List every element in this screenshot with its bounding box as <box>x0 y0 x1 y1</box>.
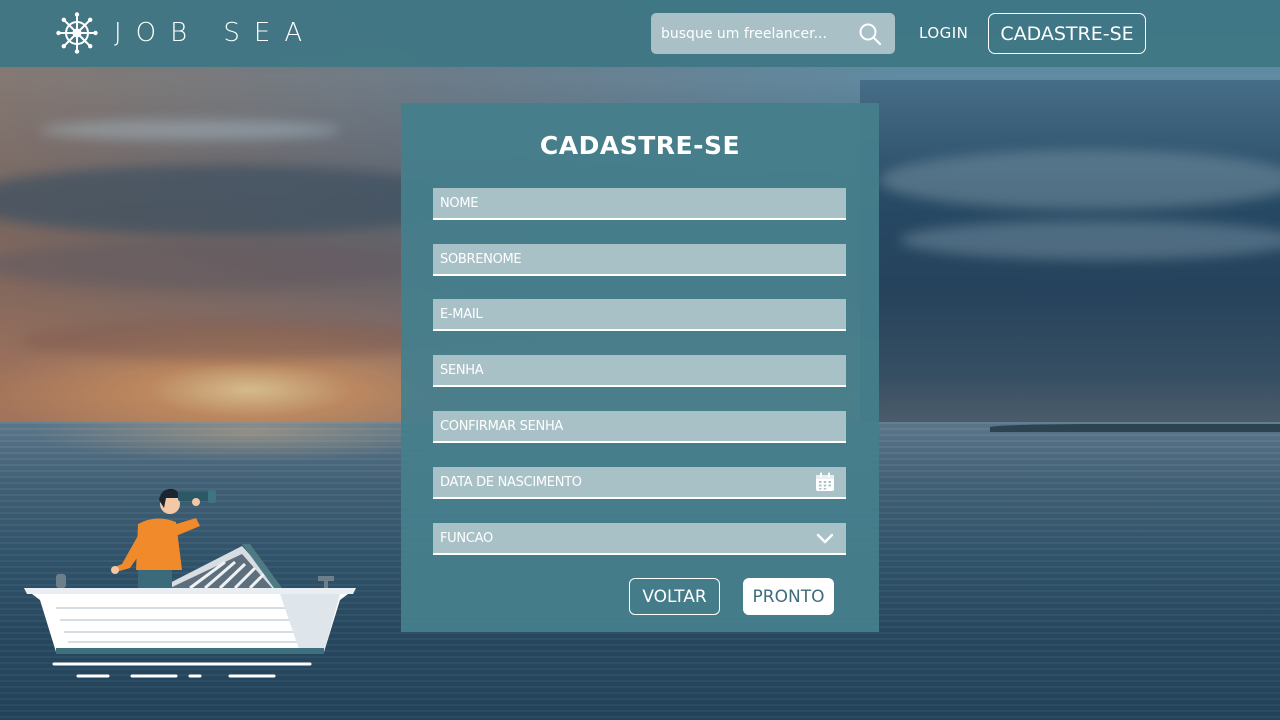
birthdate-input[interactable] <box>433 467 814 497</box>
search-input[interactable] <box>651 13 857 54</box>
submit-button[interactable]: PRONTO <box>743 578 834 615</box>
calendar-icon[interactable] <box>814 471 836 493</box>
ship-wheel-icon <box>56 12 98 54</box>
top-navbar: JOB SEA LOGIN CADASTRE-SE <box>0 0 1280 67</box>
logo[interactable]: JOB SEA <box>56 12 316 54</box>
signup-button[interactable]: CADASTRE-SE <box>988 13 1146 54</box>
last-name-input[interactable] <box>433 244 846 274</box>
signup-form-card: CADASTRE-SE FUNCAO VOLTA <box>401 103 879 632</box>
password-input[interactable] <box>433 355 846 385</box>
confirm-password-input[interactable] <box>433 411 846 441</box>
email-input[interactable] <box>433 299 846 329</box>
email-field <box>433 299 846 331</box>
role-select[interactable]: FUNCAO <box>433 523 846 555</box>
chevron-down-icon[interactable] <box>814 527 836 549</box>
logo-text: JOB SEA <box>114 18 317 48</box>
login-link[interactable]: LOGIN <box>919 24 968 42</box>
form-title: CADASTRE-SE <box>539 131 741 160</box>
confirm-password-field <box>433 411 846 443</box>
first-name-field <box>433 188 846 220</box>
search-bar <box>651 13 895 54</box>
password-field <box>433 355 846 387</box>
boat-illustration <box>24 488 356 678</box>
back-button[interactable]: VOLTAR <box>629 578 720 615</box>
search-icon[interactable] <box>857 21 883 47</box>
role-select-placeholder: FUNCAO <box>440 530 493 546</box>
birthdate-field <box>433 467 846 499</box>
first-name-input[interactable] <box>433 188 846 218</box>
last-name-field <box>433 244 846 276</box>
